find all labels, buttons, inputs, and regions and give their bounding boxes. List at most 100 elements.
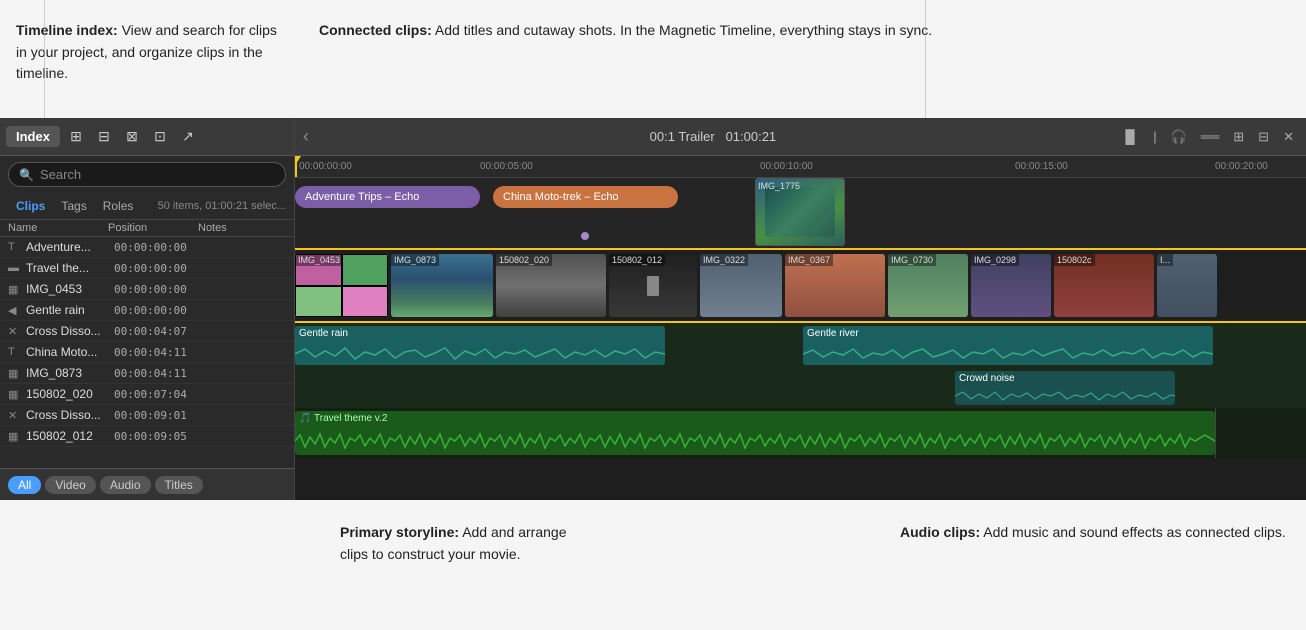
- primary-clip-150802012[interactable]: 150802_012: [609, 254, 697, 317]
- list-item[interactable]: T China Moto... 00:00:04:11: [0, 342, 294, 363]
- col-header-notes: Notes: [198, 222, 286, 234]
- search-bar[interactable]: 🔍: [8, 162, 286, 187]
- clip-label: IMG_0298: [971, 254, 1019, 266]
- music-clip-travel-theme[interactable]: 🎵 Travel theme v.2: [295, 411, 1215, 455]
- list-item[interactable]: ✕ Cross Disso... 00:00:04:07: [0, 321, 294, 342]
- primary-clip-img0730[interactable]: IMG_0730: [888, 254, 968, 317]
- sidebar-footer: All Video Audio Titles: [0, 468, 294, 500]
- top-annotation-area: Timeline index: View and search for clip…: [0, 0, 1306, 118]
- clip-position: 00:00:00:00: [114, 304, 204, 317]
- list-item[interactable]: ✕ Cross Disso... 00:00:09:01: [0, 405, 294, 426]
- primary-clip-img0322[interactable]: IMG_0322: [700, 254, 782, 317]
- timeline-title: 00:1 Trailer 01:00:21: [650, 129, 777, 144]
- clip-label: 150802_012: [609, 254, 665, 266]
- arrow-tool-icon[interactable]: ↗: [176, 125, 200, 149]
- primary-storyline-row: IMG_0453 IMG_0873 150802_020: [295, 248, 1306, 323]
- audio-row-1: Gentle rain Gentle river: [295, 323, 1306, 368]
- bottom-annotation-area: Primary storyline: Add and arrange clips…: [0, 500, 1306, 630]
- clip-type-icon: ▦: [8, 283, 26, 296]
- primary-clip-img0873[interactable]: IMG_0873: [391, 254, 493, 317]
- clip-options-icon[interactable]: ⊠: [120, 125, 144, 149]
- annotation-connector-left: [44, 0, 45, 118]
- tab-clips[interactable]: Clips: [8, 197, 53, 215]
- filter-video-button[interactable]: Video: [45, 476, 95, 494]
- clip-label: 150802_020: [496, 254, 552, 266]
- ruler-mark-15: 00:00:15:00: [1015, 161, 1068, 172]
- clip-position: 00:00:04:07: [114, 325, 204, 338]
- filter-titles-button[interactable]: Titles: [155, 476, 203, 494]
- list-item[interactable]: ▦ IMG_0873 00:00:04:11: [0, 363, 294, 384]
- clip-view-icon[interactable]: ⊟: [92, 125, 116, 149]
- primary-clip-img0453[interactable]: IMG_0453: [295, 254, 388, 317]
- clip-sort-icon[interactable]: ⊡: [148, 125, 172, 149]
- clip-label: IMG_0730: [888, 254, 936, 266]
- audio-icon[interactable]: 🎧: [1167, 127, 1191, 147]
- tab-roles[interactable]: Roles: [95, 197, 142, 215]
- audio-row-2: Crowd noise: [295, 368, 1306, 408]
- clip-name: 150802_020: [26, 387, 114, 401]
- connected-clip-china[interactable]: China Moto-trek – Echo: [493, 186, 678, 208]
- clip-position: 00:00:00:00: [114, 262, 204, 275]
- primary-clip-150802c[interactable]: 150802c: [1054, 254, 1154, 317]
- clip-name: Cross Disso...: [26, 408, 114, 422]
- tab-tags[interactable]: Tags: [53, 197, 94, 215]
- clip-appearance-icon[interactable]: ⊞: [64, 125, 88, 149]
- clip-appearance-icon[interactable]: ⊞: [1229, 127, 1248, 147]
- list-item[interactable]: ▦ IMG_0453 00:00:00:00: [0, 279, 294, 300]
- audio-clip-crowd-noise[interactable]: Crowd noise: [955, 371, 1175, 405]
- primary-clip-i[interactable]: I...: [1157, 254, 1217, 317]
- clip-label: IMG_0453: [295, 254, 343, 266]
- clip-name: IMG_0453: [26, 282, 114, 296]
- list-item[interactable]: T Adventure... 00:00:00:00: [0, 237, 294, 258]
- audio-clip-gentle-rain[interactable]: Gentle rain: [295, 326, 665, 365]
- music-track-row: 🎵 Travel theme v.2: [295, 408, 1306, 458]
- top-right-body: Add titles and cutaway shots. In the Mag…: [435, 22, 932, 38]
- audio-clip-gentle-river[interactable]: Gentle river: [803, 326, 1213, 365]
- clip-name: Cross Disso...: [26, 324, 114, 338]
- clip-name: Adventure...: [26, 240, 114, 254]
- clip-label: 150802c: [1054, 254, 1095, 266]
- bottom-right-title: Audio clips:: [900, 524, 980, 540]
- timeline-back-icon[interactable]: ‹: [303, 126, 309, 147]
- zoom-icon[interactable]: ⊟: [1254, 127, 1273, 147]
- bottom-left-title: Primary storyline:: [340, 524, 459, 540]
- search-input[interactable]: [40, 167, 275, 182]
- timeline-toolbar: ‹ 00:1 Trailer 01:00:21 ▐▌ | 🎧 ══ ⊞ ⊟ ✕: [295, 118, 1306, 156]
- connected-clip-adventure[interactable]: Adventure Trips – Echo: [295, 186, 480, 208]
- clip-name: 150802_012: [26, 429, 114, 443]
- primary-clip-img0367[interactable]: IMG_0367: [785, 254, 885, 317]
- clip-label: IMG_0873: [391, 254, 439, 266]
- track-end-line: [1215, 408, 1216, 458]
- bottom-right-body: Add music and sound effects as connected…: [983, 524, 1285, 540]
- clip-name: China Moto...: [26, 345, 114, 359]
- zoom-in-icon[interactable]: ▐▌: [1117, 127, 1143, 146]
- clip-position: 00:00:00:00: [114, 283, 204, 296]
- waveform-icon[interactable]: ══: [1197, 127, 1223, 146]
- annotation-connector-right: [925, 0, 926, 118]
- timeline-right-icons: ▐▌ | 🎧 ══ ⊞ ⊟ ✕: [1117, 127, 1298, 147]
- timeline-project-name: 00:1 Trailer: [650, 129, 715, 144]
- clip-list: T Adventure... 00:00:00:00 ▬ Travel the.…: [0, 237, 294, 468]
- clip-type-icon: ▦: [8, 430, 26, 443]
- ruler-mark-20: 00:00:20:00: [1215, 161, 1268, 172]
- col-header-name: Name: [8, 222, 108, 234]
- index-tab[interactable]: Index: [6, 126, 60, 147]
- list-item[interactable]: ◀ Gentle rain 00:00:00:00: [0, 300, 294, 321]
- primary-clip-img0298[interactable]: IMG_0298: [971, 254, 1051, 317]
- list-item[interactable]: ▦ 150802_020 00:00:07:04: [0, 384, 294, 405]
- primary-clip-150802020[interactable]: 150802_020: [496, 254, 606, 317]
- filter-audio-button[interactable]: Audio: [100, 476, 151, 494]
- item-count: 50 items, 01:00:21 selec...: [158, 200, 286, 212]
- zoom-out-icon[interactable]: |: [1149, 127, 1160, 146]
- bottom-left-annotation: Primary storyline: Add and arrange clips…: [0, 514, 600, 565]
- clip-type-icon: T: [8, 346, 26, 358]
- connected-clip-label: Adventure Trips – Echo: [305, 191, 419, 203]
- sidebar-tabs: Clips Tags Roles 50 items, 01:00:21 sele…: [0, 193, 294, 220]
- timeline-tracks[interactable]: IMG_1775 Adventure Trips – Echo China Mo…: [295, 178, 1306, 500]
- list-item[interactable]: ▬ Travel the... 00:00:00:00: [0, 258, 294, 279]
- close-icon[interactable]: ✕: [1279, 127, 1298, 147]
- list-item[interactable]: ▦ 150802_012 00:00:09:05: [0, 426, 294, 447]
- clip-list-header: Name Position Notes: [0, 220, 294, 237]
- filter-all-button[interactable]: All: [8, 476, 41, 494]
- connected-thumbnail: IMG_1775: [755, 178, 845, 246]
